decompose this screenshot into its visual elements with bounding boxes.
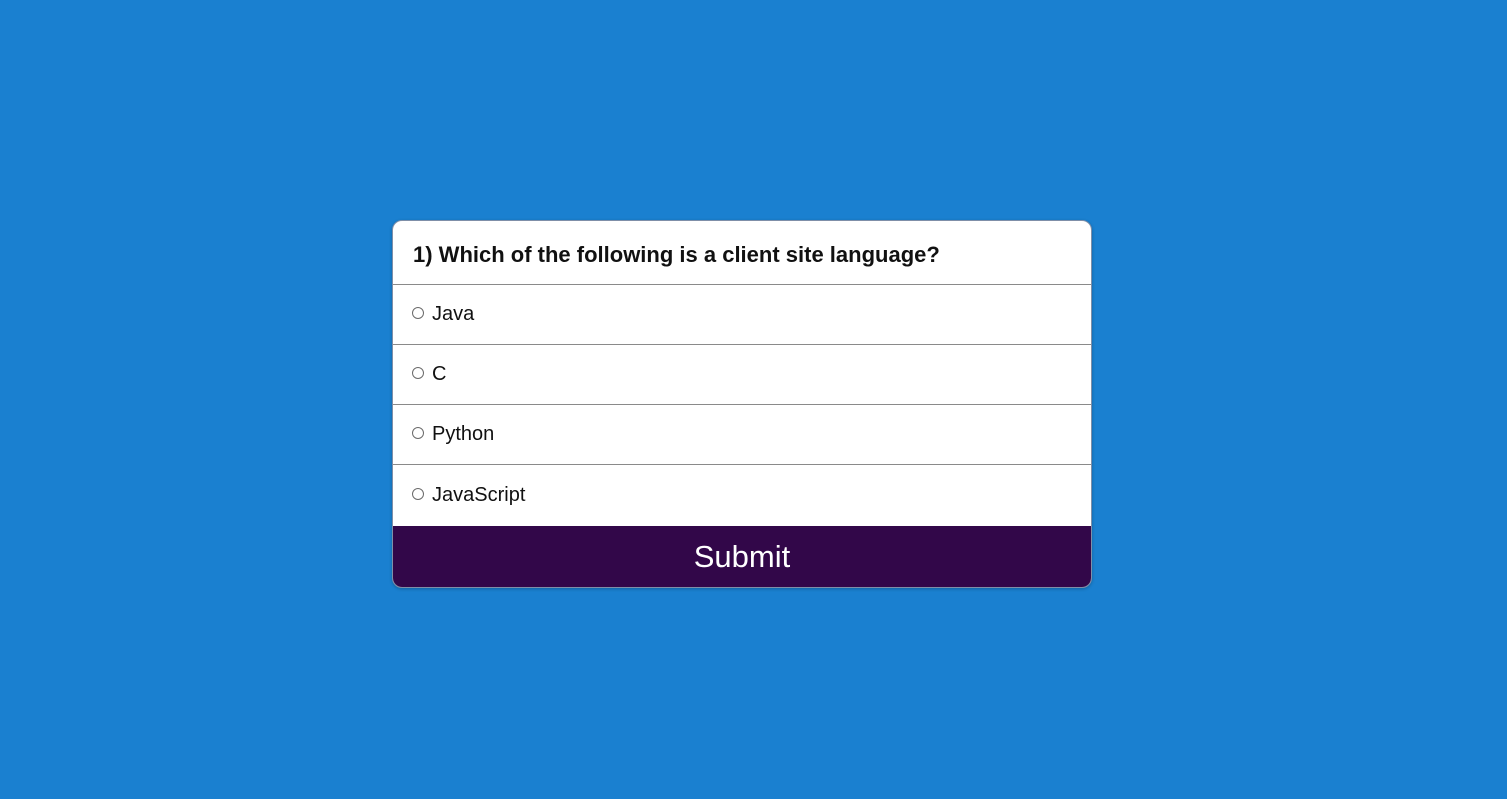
question-text: 1) Which of the following is a client si… xyxy=(393,221,1091,285)
option-java[interactable]: Java xyxy=(393,285,1091,345)
option-python[interactable]: Python xyxy=(393,405,1091,465)
radio-button[interactable] xyxy=(412,488,424,500)
option-label: C xyxy=(432,363,447,385)
option-label: JavaScript xyxy=(432,484,526,506)
submit-button[interactable]: Submit xyxy=(393,526,1091,587)
option-label: Python xyxy=(432,423,495,445)
quiz-card: 1) Which of the following is a client si… xyxy=(392,220,1092,588)
option-label: Java xyxy=(432,303,475,325)
radio-button[interactable] xyxy=(412,367,424,379)
option-c[interactable]: C xyxy=(393,345,1091,405)
option-javascript[interactable]: JavaScript xyxy=(393,465,1091,526)
radio-button[interactable] xyxy=(412,307,424,319)
radio-button[interactable] xyxy=(412,427,424,439)
